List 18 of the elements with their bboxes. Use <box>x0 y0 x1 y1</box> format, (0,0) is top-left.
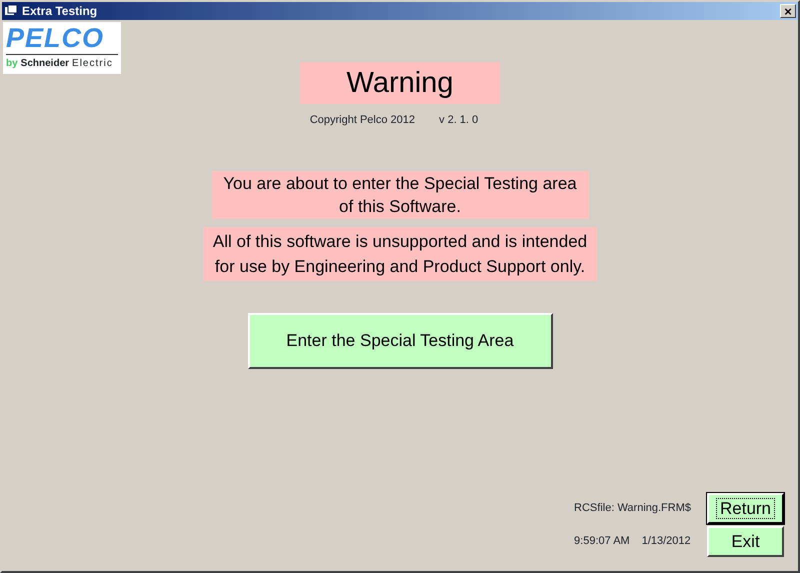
time-text: 9:59:07 AM <box>574 534 630 550</box>
app-icon <box>4 5 18 17</box>
logo-company: Schneider <box>20 58 70 69</box>
enter-button[interactable]: Enter the Special Testing Area <box>248 312 552 368</box>
version-text: v 2. 1. 0 <box>439 113 478 128</box>
logo-division: Electric <box>72 58 113 69</box>
exit-button[interactable]: Exit <box>707 526 784 557</box>
copyright-text: Copyright Pelco 2012 <box>310 113 416 128</box>
warning-message: All of this software is unsupported and is intended for use by Engineering and Product Support only. <box>203 226 597 280</box>
date-text: 1/13/2012 <box>642 534 691 550</box>
warning-heading: Warning <box>300 62 500 104</box>
warning-message: You are about to enter the Special Testing area of this Software. <box>212 170 588 218</box>
return-button[interactable]: Return <box>707 493 784 524</box>
logo-by: by <box>6 58 18 69</box>
window-title: Extra Testing <box>22 3 98 20</box>
logo-brand: PELCO <box>6 24 106 52</box>
close-button[interactable]: × <box>780 4 796 18</box>
rcs-file-label: RCSfile: Warning.FRM$ <box>574 501 691 516</box>
